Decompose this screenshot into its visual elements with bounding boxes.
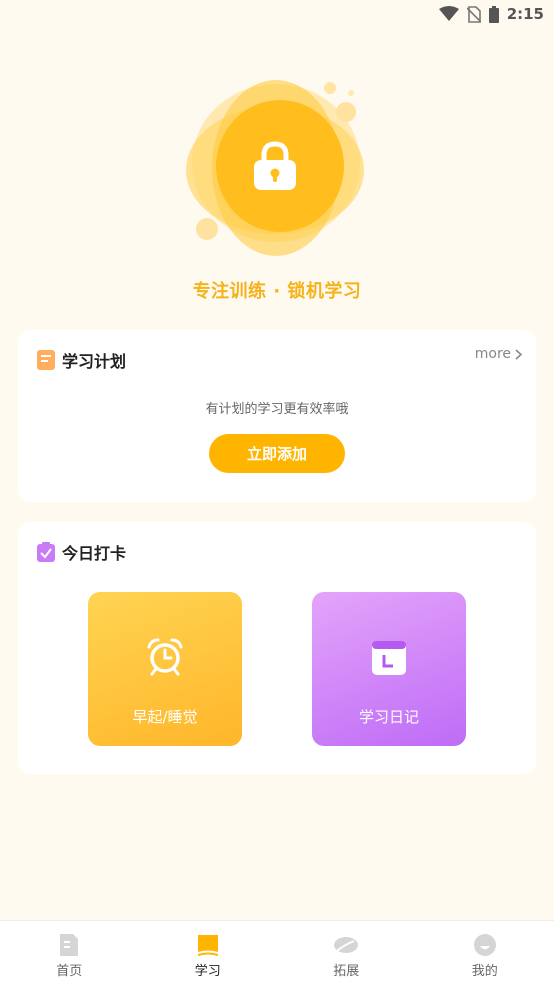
study-diary-tile[interactable]: 学习日记	[312, 592, 466, 746]
lock-hero-illustration	[186, 78, 370, 258]
study-plan-header: 学习计划	[37, 348, 126, 372]
note-icon	[37, 350, 55, 370]
daily-checkin-card: 今日打卡 早起/睡觉 学习日记	[18, 522, 536, 774]
plan-hint: 有计划的学习更有效率哦	[205, 402, 349, 417]
chevron-right-icon	[515, 348, 522, 360]
bottom-nav: 首页 学习 拓展 我的	[0, 920, 554, 986]
wifi-icon	[438, 6, 459, 21]
wake-sleep-tile[interactable]: 早起/睡觉	[88, 592, 242, 746]
alarm-clock-icon	[147, 638, 183, 676]
battery-icon	[488, 5, 499, 23]
nav-label-study: 学习	[194, 964, 221, 979]
status-icons: 2:15	[438, 5, 544, 23]
nav-item-home[interactable]: 首页	[0, 921, 139, 986]
document-icon	[60, 934, 79, 956]
smile-icon	[473, 934, 496, 956]
daily-checkin-title: 今日打卡	[62, 544, 127, 563]
more-label: more	[474, 346, 511, 362]
nav-item-study[interactable]: 学习	[139, 921, 278, 986]
slogan: 专注训练 · 锁机学习	[192, 281, 362, 302]
leaf-icon	[334, 937, 359, 953]
study-diary-label: 学习日记	[358, 708, 419, 726]
nav-item-profile[interactable]: 我的	[416, 921, 554, 986]
wake-sleep-label: 早起/睡觉	[132, 708, 198, 726]
nav-label-profile: 我的	[471, 964, 498, 979]
nav-label-explore: 拓展	[333, 964, 360, 979]
nav-item-explore[interactable]: 拓展	[277, 921, 416, 986]
clipboard-check-icon	[37, 542, 55, 562]
nav-label-home: 首页	[56, 964, 83, 979]
calendar-icon	[372, 641, 406, 675]
status-time: 2:15	[506, 5, 544, 23]
book-icon	[197, 935, 218, 956]
no-sim-icon	[466, 5, 481, 23]
screen: 2:15 专注训练 · 锁机学习 学习计划 more 有计划的学习更有效率哦 立…	[0, 0, 554, 986]
daily-checkin-header: 今日打卡	[37, 540, 126, 564]
study-plan-title: 学习计划	[62, 352, 127, 371]
lock-icon	[254, 141, 296, 190]
status-bar: 2:15	[0, 0, 554, 30]
study-plan-card: 学习计划 more 有计划的学习更有效率哦 立即添加	[18, 330, 536, 502]
more-link[interactable]: more	[475, 346, 522, 362]
add-plan-button[interactable]: 立即添加	[209, 434, 345, 473]
